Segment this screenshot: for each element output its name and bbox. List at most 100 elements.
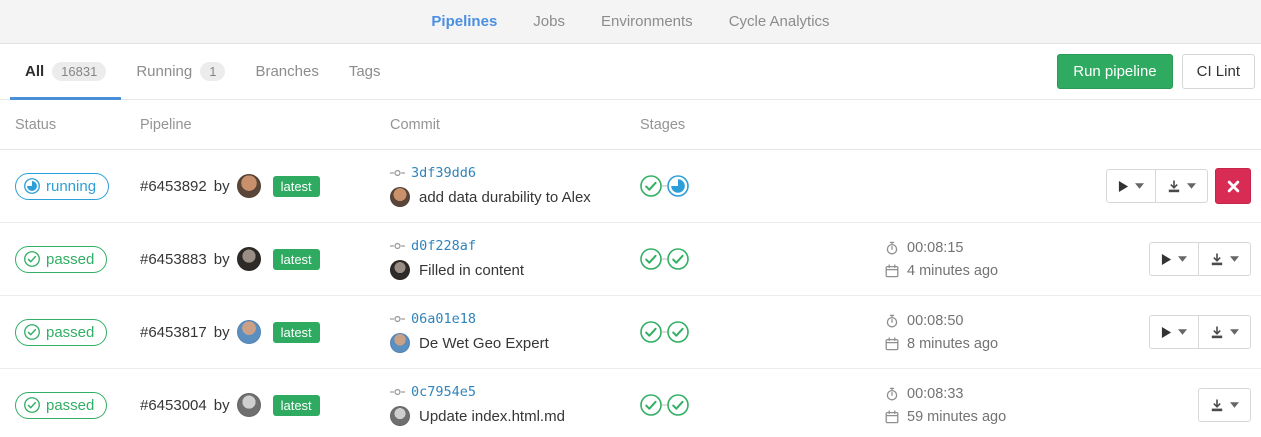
- stage-running-icon[interactable]: [667, 175, 689, 197]
- avatar[interactable]: [390, 333, 410, 353]
- latest-badge: latest: [273, 176, 320, 197]
- actions-cell: [1060, 168, 1251, 204]
- avatar[interactable]: [237, 393, 261, 417]
- commit-message[interactable]: Filled in content: [419, 262, 524, 279]
- play-icon: [1118, 180, 1129, 193]
- play-icon: [1161, 326, 1172, 339]
- status-badge-passed[interactable]: passed: [15, 392, 107, 419]
- by-label: by: [214, 324, 230, 341]
- manual-actions-dropdown[interactable]: [1150, 243, 1198, 275]
- stage-passed-icon[interactable]: [667, 248, 689, 270]
- nav-tab-jobs[interactable]: Jobs: [533, 13, 565, 30]
- by-label: by: [214, 397, 230, 414]
- ci-lint-button[interactable]: CI Lint: [1182, 54, 1255, 89]
- chevron-down-icon: [1230, 256, 1239, 262]
- stages-cell: [640, 175, 885, 197]
- pipeline-id-link[interactable]: #6453883: [140, 251, 207, 268]
- commit-sha-link[interactable]: 06a01e18: [411, 311, 476, 327]
- commit-cell: 3df39dd6 add data durability to Alex: [390, 165, 640, 207]
- pipeline-row: passed #6453883 by latest d0f228af Fille…: [0, 223, 1261, 296]
- chevron-down-icon: [1187, 183, 1196, 189]
- filter-tab-running-count: 1: [200, 62, 225, 81]
- actions-cell: [1060, 315, 1251, 349]
- stage-passed-icon[interactable]: [667, 321, 689, 343]
- pipeline-duration: 00:08:33: [907, 386, 963, 402]
- actions-cell: [1060, 242, 1251, 276]
- time-cell: 00:08:33 59 minutes ago: [885, 386, 1060, 425]
- nav-tab-pipelines[interactable]: Pipelines: [431, 13, 497, 30]
- commit-cell: 0c7954e5 Update index.html.md: [390, 384, 640, 426]
- filter-tab-tags[interactable]: Tags: [334, 44, 396, 99]
- pipeline-id-link[interactable]: #6453817: [140, 324, 207, 341]
- commit-icon: [390, 314, 405, 324]
- manual-actions-dropdown[interactable]: [1107, 170, 1155, 202]
- filter-tab-running-label: Running: [136, 63, 192, 80]
- nav-tab-environments[interactable]: Environments: [601, 13, 693, 30]
- filter-tab-all-label: All: [25, 63, 44, 80]
- pipeline-cell: #6453892 by latest: [140, 174, 390, 198]
- avatar[interactable]: [390, 260, 410, 280]
- pipelines-filter-bar: All 16831 Running 1 Branches Tags Run pi…: [0, 44, 1261, 100]
- play-icon: [1161, 253, 1172, 266]
- row-actions-group: [1106, 169, 1208, 203]
- close-icon: [1227, 180, 1240, 193]
- status-badge-passed[interactable]: passed: [15, 246, 107, 273]
- download-icon: [1210, 398, 1224, 412]
- chevron-down-icon: [1230, 329, 1239, 335]
- row-actions-group: [1149, 242, 1251, 276]
- status-badge-running[interactable]: running: [15, 173, 109, 200]
- run-pipeline-button[interactable]: Run pipeline: [1057, 54, 1172, 89]
- chevron-down-icon: [1178, 329, 1187, 335]
- artifacts-dropdown[interactable]: [1199, 389, 1250, 421]
- stage-passed-icon[interactable]: [640, 321, 662, 343]
- header-commit: Commit: [390, 117, 640, 133]
- stage-passed-icon[interactable]: [640, 248, 662, 270]
- artifacts-dropdown[interactable]: [1198, 243, 1250, 275]
- row-actions-group: [1149, 315, 1251, 349]
- by-label: by: [214, 251, 230, 268]
- filter-tab-running[interactable]: Running 1: [121, 44, 240, 99]
- commit-message[interactable]: Update index.html.md: [419, 408, 565, 425]
- stage-passed-icon[interactable]: [640, 175, 662, 197]
- filter-tab-branches[interactable]: Branches: [240, 44, 333, 99]
- avatar[interactable]: [237, 174, 261, 198]
- stage-passed-icon[interactable]: [640, 394, 662, 416]
- artifacts-dropdown[interactable]: [1155, 170, 1207, 202]
- chevron-down-icon: [1135, 183, 1144, 189]
- avatar[interactable]: [390, 187, 410, 207]
- latest-badge: latest: [273, 395, 320, 416]
- passed-icon: [24, 324, 40, 340]
- manual-actions-dropdown[interactable]: [1150, 316, 1198, 348]
- calendar-icon: [885, 337, 899, 351]
- row-actions-group: [1198, 388, 1251, 422]
- stage-passed-icon[interactable]: [667, 394, 689, 416]
- by-label: by: [214, 178, 230, 195]
- commit-cell: d0f228af Filled in content: [390, 238, 640, 280]
- pipeline-finished-ago: 8 minutes ago: [907, 336, 998, 352]
- calendar-icon: [885, 264, 899, 278]
- stages-cell: [640, 248, 885, 270]
- avatar[interactable]: [237, 247, 261, 271]
- pipeline-id-link[interactable]: #6453004: [140, 397, 207, 414]
- commit-icon: [390, 168, 405, 178]
- latest-badge: latest: [273, 322, 320, 343]
- chevron-down-icon: [1230, 402, 1239, 408]
- commit-sha-link[interactable]: d0f228af: [411, 238, 476, 254]
- pipeline-cell: #6453817 by latest: [140, 320, 390, 344]
- nav-tab-cycle-analytics[interactable]: Cycle Analytics: [729, 13, 830, 30]
- avatar[interactable]: [390, 406, 410, 426]
- pipeline-id-link[interactable]: #6453892: [140, 178, 207, 195]
- artifacts-dropdown[interactable]: [1198, 316, 1250, 348]
- pipeline-row: running #6453892 by latest 3df39dd6 add …: [0, 150, 1261, 223]
- avatar[interactable]: [237, 320, 261, 344]
- cancel-pipeline-button[interactable]: [1215, 168, 1251, 204]
- calendar-icon: [885, 410, 899, 424]
- status-cell: passed: [10, 392, 140, 419]
- commit-message[interactable]: add data durability to Alex: [419, 189, 591, 206]
- commit-sha-link[interactable]: 3df39dd6: [411, 165, 476, 181]
- status-badge-passed[interactable]: passed: [15, 319, 107, 346]
- commit-sha-link[interactable]: 0c7954e5: [411, 384, 476, 400]
- commit-message[interactable]: De Wet Geo Expert: [419, 335, 549, 352]
- actions-cell: [1060, 388, 1251, 422]
- filter-tab-all[interactable]: All 16831: [10, 44, 121, 99]
